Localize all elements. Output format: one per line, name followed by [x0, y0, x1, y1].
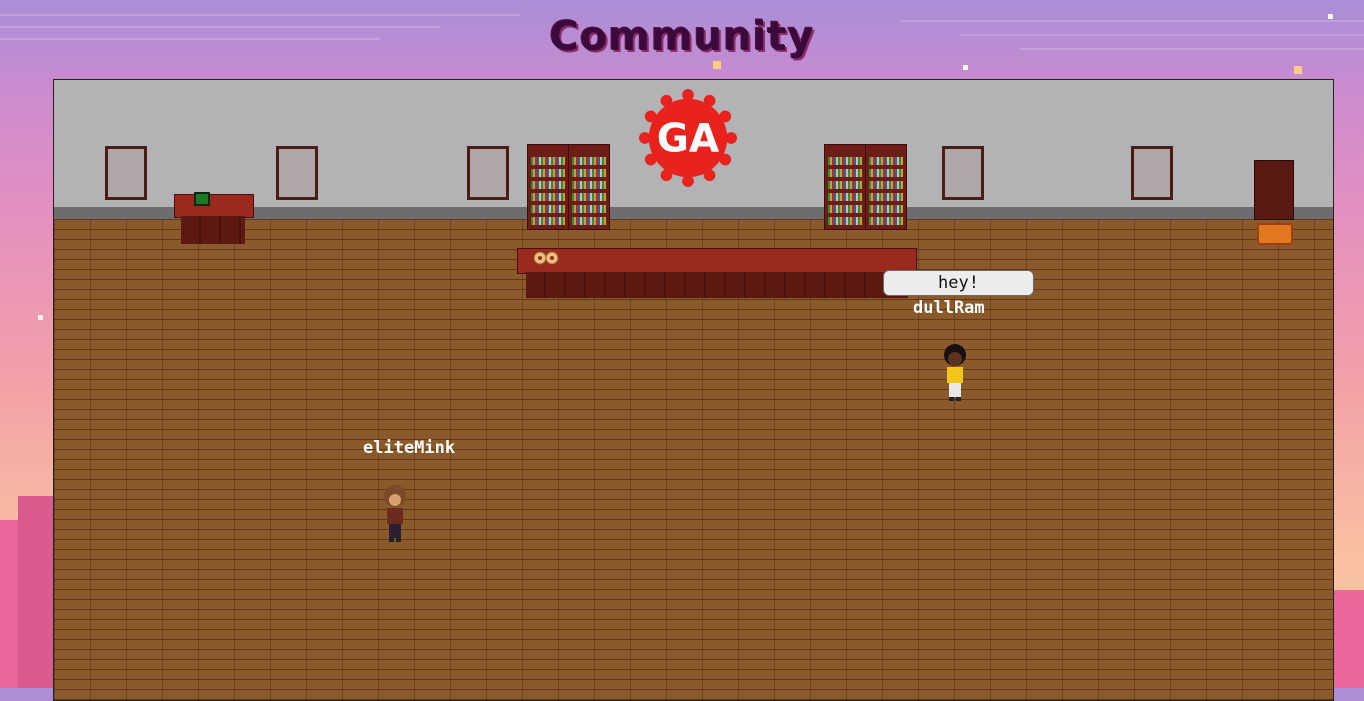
bookshelf: [824, 144, 866, 230]
game-canvas[interactable]: GA hey! dullRam eliteMink: [53, 79, 1334, 701]
bookshelf: [865, 144, 907, 230]
player-avatar[interactable]: [940, 343, 970, 403]
desk-front: [181, 216, 245, 244]
computer-icon[interactable]: [194, 192, 210, 206]
page-title: Community: [549, 14, 815, 60]
desk: [174, 194, 254, 218]
counter-front: [526, 272, 908, 298]
player-avatar[interactable]: [380, 484, 410, 544]
wall-frame: [467, 146, 509, 200]
wall-frame: [105, 146, 147, 200]
chat-bubble: hey!: [883, 270, 1034, 296]
door[interactable]: [1254, 160, 1294, 220]
city-building: [1332, 590, 1364, 688]
ga-logo-icon: GA: [639, 89, 737, 187]
wall-frame: [276, 146, 318, 200]
bookshelf: [568, 144, 610, 230]
bookshelf: [527, 144, 569, 230]
counter: [517, 248, 917, 274]
player-name: dullRam: [913, 298, 985, 318]
star-icon: [1294, 66, 1302, 74]
wall-frame: [1131, 146, 1173, 200]
logo-text: GA: [657, 117, 720, 162]
wall-frame: [942, 146, 984, 200]
donuts-icon[interactable]: [532, 251, 560, 265]
star-icon: [713, 61, 721, 69]
player-name: eliteMink: [363, 438, 456, 458]
star-icon: [38, 315, 43, 320]
star-icon: [963, 65, 968, 70]
door-mat: [1257, 223, 1293, 245]
city-building: [18, 496, 53, 688]
